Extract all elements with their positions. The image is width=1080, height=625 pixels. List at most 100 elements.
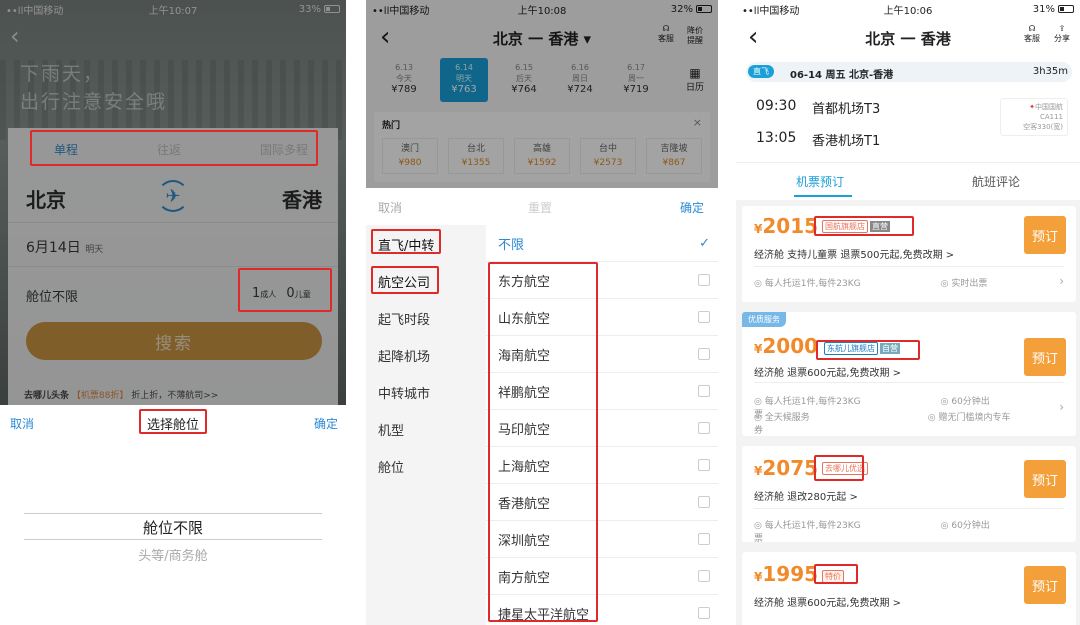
clock: 上午10:06 [883,5,933,17]
highlight-box [488,262,598,622]
feature-baggage: 每人托运1件,每件23KG [764,397,861,407]
divider [736,162,1080,163]
book-button[interactable]: 预订 [1024,460,1066,498]
offer-card[interactable]: 优质服务 ¥2000 东航儿旗舰店 自营 经济舱 退票600元起,免费改期 > ◎… [742,312,1076,436]
checkbox-icon [698,533,710,545]
offer-card[interactable]: ¥2075 去哪儿优选 经济舱 退改280元起 > ◎ 每人托运1件,每件23K… [742,446,1076,544]
highlight-box [139,409,207,434]
flight-header: ••ll中国移动 上午10:06 31% ‹ 北京 一 香港 ☊ 客服 ⇪ 分享 直… [736,0,1080,200]
direct-badge: 直飞 [748,65,774,78]
offer-price-value: 2075 [762,456,819,480]
headset-icon: ☊ [1028,24,1036,33]
feature-ticketing: 实时出票 [951,279,988,289]
airline-name: 中国国航 [1035,103,1063,111]
filter-airport[interactable]: 起降机场 [378,346,430,365]
offer-features: ◎ 每人托运1件,每件23KG ◎ 60分钟出票 [754,521,990,544]
panel-flight-search: ••ll中国移动 上午10:07 33% ‹ 下雨天， 出行注意安全哦 单程 往… [0,0,346,625]
panel-filter: ••ll中国移动 上午10:08 32% ‹ 北京 一 香港 ▾ ☊ 客服 降价提… [366,0,718,625]
confirm-button[interactable]: 确定 [680,199,704,216]
highlight-box [30,130,318,166]
checkbox-icon [698,607,710,619]
confirm-button[interactable]: 确定 [314,415,338,432]
chevron-right-icon[interactable]: › [1059,274,1064,288]
feature-service: 全天候服务 [764,413,810,423]
offer-price-value: 2015 [762,214,819,238]
divider [754,382,1064,383]
checkbox-icon [698,311,710,323]
arrival-time: 13:05 [756,130,797,146]
option-any[interactable]: 不限 ✓ [486,225,718,262]
filter-aircraft[interactable]: 机型 [378,420,404,439]
airline-card[interactable]: ✦中国国航 CA111 空客330(宽) [1000,98,1068,136]
battery-icon [1058,4,1074,13]
departure-airport: 首都机场T3 [812,102,881,117]
checkbox-icon [698,459,710,471]
feature-baggage: 每人托运1件,每件23KG [764,521,861,531]
offer-price: ¥2015 [754,214,819,238]
cabin-picker-sheet: 取消 选择舱位 确定 舱位不限 头等/商务舱 [0,405,346,625]
feature-baggage: 每人托运1件,每件23KG [764,279,861,289]
filter-departure-time[interactable]: 起飞时段 [378,309,430,328]
book-button[interactable]: 预订 [1024,216,1066,254]
highlight-box [816,340,920,360]
checkbox-icon [698,274,710,286]
checkbox-icon [698,348,710,360]
divider [754,508,1064,509]
checkbox-icon [698,570,710,582]
offer-card[interactable]: ¥1995 特价 经济舱 退票600元起,免费改期 > 预订 [742,552,1076,625]
modal-overlay[interactable] [0,0,346,405]
offer-price: ¥2000 [754,334,819,358]
offer-price-value: 2000 [762,334,819,358]
chevron-right-icon[interactable]: › [1059,400,1064,414]
panel-flight-detail: ••ll中国移动 上午10:06 31% ‹ 北京 一 香港 ☊ 客服 ⇪ 分享 直… [736,0,1080,625]
offer-rules[interactable]: 经济舱 退票600元起,免费改期 > [754,364,901,379]
highlight-box [814,564,858,584]
share-label: 分享 [1054,34,1070,43]
checkbox-icon [698,496,710,508]
share-icon: ⇪ [1058,24,1066,33]
offer-price-value: 1995 [762,562,819,586]
picker-line [24,513,322,514]
quality-badge: 优质服务 [742,312,786,327]
arrival-airport: 香港机场T1 [812,134,881,149]
offer-features: ◎ 每人托运1件,每件23KG ◎ 实时出票 [754,279,988,289]
modal-overlay[interactable] [366,0,718,188]
checkmark-icon: ✓ [699,235,710,251]
option-label: 不限 [498,237,525,253]
book-button[interactable]: 预订 [1024,338,1066,376]
checkbox-icon [698,422,710,434]
flight-info: 06-14 周五 北京-香港 [790,70,894,81]
offer-price: ¥1995 [754,562,819,586]
divider [754,266,1064,267]
highlight-box [371,229,441,254]
offer-price: ¥2075 [754,456,819,480]
tab-indicator [794,195,852,197]
offer-rules[interactable]: 经济舱 退改280元起 > [754,488,858,503]
book-button[interactable]: 预订 [1024,566,1066,604]
cancel-button[interactable]: 取消 [378,199,402,216]
highlight-box [371,266,439,294]
offer-features: ◎ 全天候服务 ◎ 赠无门槛境内专车券 [754,413,1011,436]
highlight-box [814,216,914,236]
highlight-box [238,268,332,312]
highlight-box [814,455,864,481]
offer-rules[interactable]: 经济舱 支持儿童票 退票500元起,免费改期 > [754,246,954,261]
status-bar: ••ll中国移动 上午10:06 31% [736,0,1080,18]
departure-time: 09:30 [756,98,797,114]
share-button[interactable]: ⇪ 分享 [1054,24,1070,44]
flight-number: CA111 [1039,113,1063,121]
tab-booking[interactable]: 机票预订 [796,173,844,190]
reset-button[interactable]: 重置 [528,199,552,216]
service-button[interactable]: ☊ 客服 [1024,24,1040,44]
picker-line [24,539,322,540]
checkbox-icon [698,385,710,397]
aircraft-type: 空客330(宽) [1023,123,1063,131]
service-label: 客服 [1024,34,1040,43]
filter-cabin[interactable]: 舱位 [378,457,404,476]
filter-transfer-city[interactable]: 中转城市 [378,383,430,402]
picker-option[interactable]: 头等/商务舱 [0,545,346,564]
offer-rules[interactable]: 经济舱 退票600元起,免费改期 > [754,594,901,609]
picker-option-selected[interactable]: 舱位不限 [0,517,346,538]
flight-duration: 3h35m [1032,66,1068,77]
tab-reviews[interactable]: 航班评论 [972,173,1020,190]
